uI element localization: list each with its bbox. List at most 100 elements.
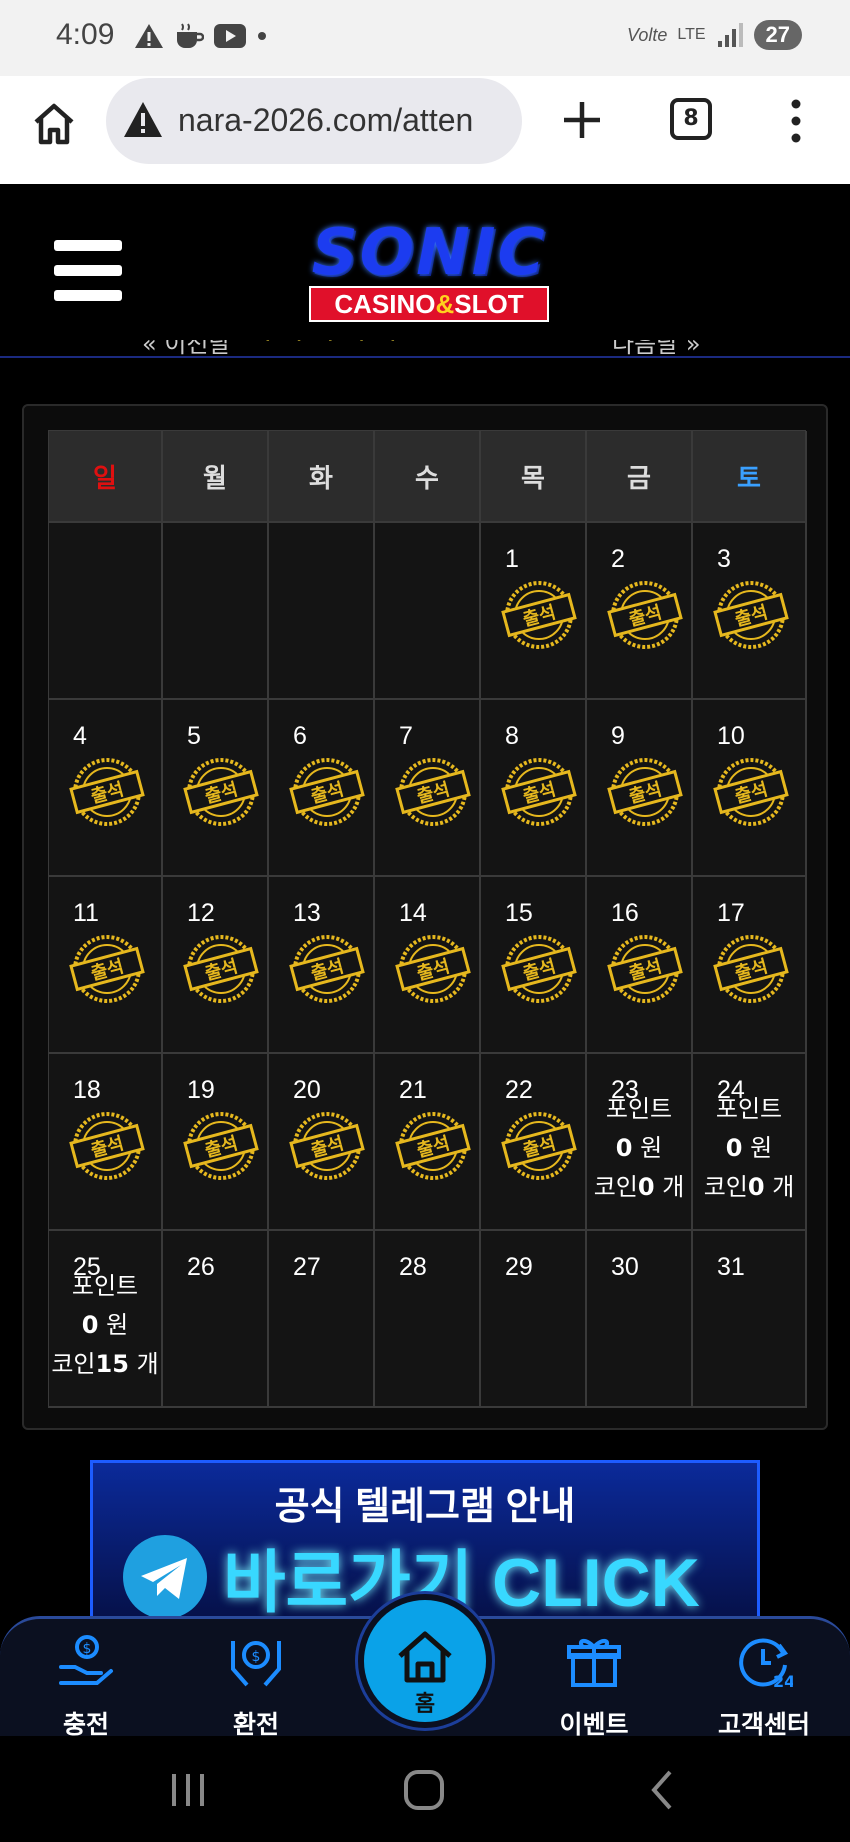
- coin-unit: 개: [662, 1173, 685, 1201]
- deposit-icon: $: [59, 1635, 113, 1685]
- calendar-day-cell[interactable]: 13 출석: [269, 877, 375, 1054]
- calendar-day-cell[interactable]: 17 출석: [693, 877, 807, 1054]
- attendance-stamp-icon: 출석: [607, 935, 683, 1003]
- day-number: 6: [293, 722, 307, 750]
- url-text[interactable]: nara-2026.com/atten: [178, 102, 508, 139]
- attendance-stamp-icon: 출석: [501, 758, 577, 826]
- calendar-day-cell[interactable]: 6 출석: [269, 700, 375, 877]
- svg-text:$: $: [83, 1641, 92, 1657]
- calendar-day-cell[interactable]: 20 출석: [269, 1054, 375, 1231]
- points-value: 0: [725, 1134, 743, 1162]
- prev-month-link[interactable]: « 이전달: [142, 340, 231, 359]
- attendance-stamp-icon: 출석: [501, 581, 577, 649]
- attendance-stamp-icon: 출석: [69, 758, 145, 826]
- calendar-day-cell[interactable]: 19 출석: [163, 1054, 269, 1231]
- calendar-day-cell[interactable]: 12 출석: [163, 877, 269, 1054]
- lte-label: LTE: [677, 26, 706, 43]
- attendance-stamp-icon: 출석: [289, 935, 365, 1003]
- calendar-day-cell[interactable]: 1 출석: [481, 523, 587, 700]
- calendar-day-cell[interactable]: 22 출석: [481, 1054, 587, 1231]
- attendance-stamp-icon: 출석: [501, 935, 577, 1003]
- day-number: 10: [717, 722, 745, 750]
- back-icon[interactable]: [640, 1766, 688, 1814]
- day-number: 18: [73, 1076, 101, 1104]
- calendar-day-cell[interactable]: 2 출석: [587, 523, 693, 700]
- points-label: 포인트: [715, 1095, 783, 1123]
- calendar-day-cell[interactable]: 23 포인트 0 원 코인0 개: [587, 1054, 693, 1231]
- day-number: 11: [73, 899, 99, 927]
- calendar-day-cell[interactable]: 21 출석: [375, 1054, 481, 1231]
- day-number: 21: [399, 1076, 427, 1104]
- warning-icon: [135, 24, 163, 48]
- system-indicators: Volte LTE 27: [627, 20, 802, 50]
- day-number: 27: [293, 1253, 321, 1281]
- points-label: 포인트: [71, 1272, 139, 1300]
- next-month-link[interactable]: 다음달 »: [612, 340, 701, 359]
- attendance-stamp-icon: 출석: [183, 1112, 259, 1180]
- coin-label: 코인: [51, 1350, 96, 1378]
- calendar-day-cell[interactable]: 26: [163, 1231, 269, 1408]
- day-number: 15: [505, 899, 533, 927]
- coin-value: 0: [637, 1173, 655, 1201]
- recent-apps-icon[interactable]: [164, 1766, 212, 1814]
- calendar-day-cell[interactable]: 16 출석: [587, 877, 693, 1054]
- attendance-calendar: 일 월 화 수 목 금 토 1 출석 2 출석 3 출석 4 출석 5 출석 6 출석 7 출석 8 출석 9 출…: [22, 404, 828, 1430]
- coin-label: 코인: [703, 1173, 748, 1201]
- calendar-day-cell[interactable]: 3 출석: [693, 523, 807, 700]
- calendar-day-cell[interactable]: 25 포인트 0 원 코인15 개: [49, 1231, 163, 1408]
- calendar-day-cell[interactable]: 18 출석: [49, 1054, 163, 1231]
- calendar-day-cell[interactable]: 28: [375, 1231, 481, 1408]
- coin-unit: 개: [136, 1350, 159, 1378]
- calendar-day-cell[interactable]: 4 출석: [49, 700, 163, 877]
- day-number: 20: [293, 1076, 321, 1104]
- withdraw-icon: $: [231, 1641, 281, 1687]
- calendar-day-cell[interactable]: 24 포인트 0 원 코인0 개: [693, 1054, 807, 1231]
- address-bar[interactable]: nara-2026.com/atten: [106, 78, 522, 164]
- weekday-sun: 일: [49, 431, 163, 523]
- calendar-day-cell[interactable]: 30: [587, 1231, 693, 1408]
- calendar-day-cell[interactable]: 5 출석: [163, 700, 269, 877]
- attendance-stamp-icon: 출석: [395, 1112, 471, 1180]
- nav-charge[interactable]: $ 충전: [26, 1633, 146, 1741]
- calendar-day-cell[interactable]: 27: [269, 1231, 375, 1408]
- system-navigation: [0, 1736, 850, 1842]
- calendar-day-cell[interactable]: 15 출석: [481, 877, 587, 1054]
- calendar-grid: 일 월 화 수 목 금 토 1 출석 2 출석 3 출석 4 출석 5 출석 6 출석 7 출석 8 출석 9 출…: [48, 430, 807, 1408]
- calendar-day-cell[interactable]: 7 출석: [375, 700, 481, 877]
- attendance-stamp-icon: 출석: [69, 935, 145, 1003]
- volte-label: Volte: [627, 25, 668, 45]
- more-options-icon[interactable]: [786, 98, 806, 144]
- menu-icon[interactable]: [54, 240, 122, 302]
- nav-exchange[interactable]: $ 환전: [196, 1633, 316, 1741]
- attendance-stamp-icon: 출석: [395, 935, 471, 1003]
- tab-switcher-button[interactable]: 8: [670, 98, 712, 140]
- attendance-stamp-icon: 출석: [183, 935, 259, 1003]
- dot-icon: [258, 32, 266, 40]
- attendance-stamp-icon: 출석: [713, 935, 789, 1003]
- browser-home-icon[interactable]: [30, 100, 78, 148]
- points-unit: 원: [750, 1134, 773, 1162]
- weekday-thu: 목: [481, 431, 587, 523]
- calendar-day-cell[interactable]: 9 출석: [587, 700, 693, 877]
- nav-event[interactable]: 이벤트: [534, 1633, 654, 1741]
- day-number: 31: [717, 1253, 745, 1281]
- svg-text:$: $: [252, 1649, 261, 1665]
- not-secure-icon[interactable]: [122, 100, 164, 140]
- new-tab-icon[interactable]: [560, 98, 604, 142]
- attendance-stamp-icon: 출석: [183, 758, 259, 826]
- nav-support[interactable]: 24 고객센터: [704, 1633, 824, 1741]
- calendar-day-cell[interactable]: 10 출석: [693, 700, 807, 877]
- calendar-day-cell[interactable]: 31: [693, 1231, 807, 1408]
- day-number: 13: [293, 899, 321, 927]
- calendar-day-cell[interactable]: 8 출석: [481, 700, 587, 877]
- system-home-icon[interactable]: [400, 1766, 448, 1814]
- nav-home-button[interactable]: 홈: [358, 1594, 492, 1728]
- calendar-day-cell[interactable]: 11 출석: [49, 877, 163, 1054]
- attendance-stamp-icon: 출석: [607, 758, 683, 826]
- attendance-stamp-icon: 출석: [713, 581, 789, 649]
- calendar-day-cell[interactable]: 29: [481, 1231, 587, 1408]
- site-header: SONIC CASINO&SLOT: [0, 184, 850, 358]
- browser-toolbar: nara-2026.com/atten 8: [0, 76, 850, 184]
- site-logo[interactable]: SONIC CASINO&SLOT: [286, 220, 572, 324]
- calendar-day-cell[interactable]: 14 출석: [375, 877, 481, 1054]
